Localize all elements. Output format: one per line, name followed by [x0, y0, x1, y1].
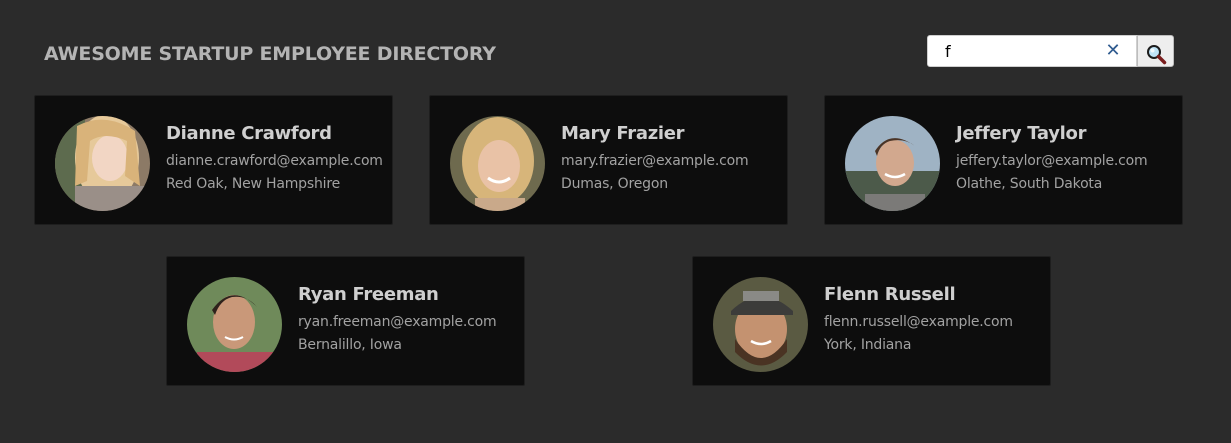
- employee-name: Dianne Crawford: [166, 123, 332, 144]
- close-icon[interactable]: ✕: [1104, 42, 1122, 60]
- employee-location: Red Oak, New Hampshire: [166, 176, 340, 192]
- employee-card[interactable]: Mary Frazier mary.frazier@example.com Du…: [429, 95, 788, 225]
- employee-card[interactable]: Ryan Freeman ryan.freeman@example.com Be…: [166, 256, 525, 386]
- employee-email: flenn.russell@example.com: [824, 314, 1013, 330]
- search-bar: ✕: [927, 35, 1174, 67]
- search-button[interactable]: [1137, 35, 1174, 67]
- employee-location: Bernalillo, Iowa: [298, 337, 402, 353]
- employee-name: Ryan Freeman: [298, 284, 439, 305]
- employee-email: dianne.crawford@example.com: [166, 153, 383, 169]
- employee-email: ryan.freeman@example.com: [298, 314, 497, 330]
- employee-card[interactable]: Flenn Russell flenn.russell@example.com …: [692, 256, 1051, 386]
- employee-name: Mary Frazier: [561, 123, 685, 144]
- employee-location: York, Indiana: [824, 337, 912, 353]
- employee-card[interactable]: Jeffery Taylor jeffery.taylor@example.co…: [824, 95, 1183, 225]
- page-title: AWESOME STARTUP EMPLOYEE DIRECTORY: [44, 43, 496, 65]
- avatar: [450, 116, 545, 211]
- employee-location: Dumas, Oregon: [561, 176, 668, 192]
- employee-email: mary.frazier@example.com: [561, 153, 749, 169]
- employee-name: Jeffery Taylor: [956, 123, 1087, 144]
- employee-name: Flenn Russell: [824, 284, 956, 305]
- avatar: [187, 277, 282, 372]
- employee-location: Olathe, South Dakota: [956, 176, 1103, 192]
- avatar: [713, 277, 808, 372]
- magnifier-icon: [1146, 44, 1166, 64]
- employee-card[interactable]: Dianne Crawford dianne.crawford@example.…: [34, 95, 393, 225]
- avatar: [55, 116, 150, 211]
- avatar: [845, 116, 940, 211]
- employee-email: jeffery.taylor@example.com: [956, 153, 1148, 169]
